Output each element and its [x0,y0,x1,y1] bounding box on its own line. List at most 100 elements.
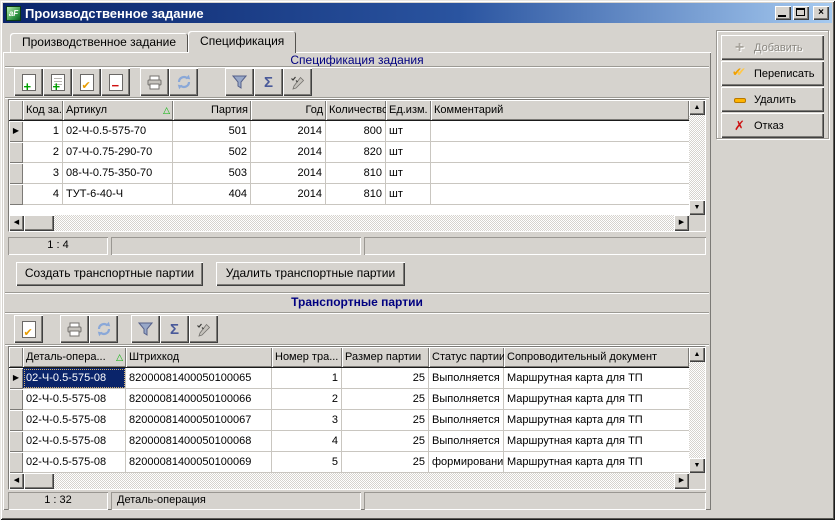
cell[interactable]: 1 [272,368,342,389]
sum-button[interactable]: Σ [160,315,189,343]
cell[interactable]: 08-Ч-0.75-350-70 [63,163,173,184]
add-record-button[interactable]: + Добавить [721,35,824,60]
cell[interactable]: Маршрутная карта для ТП [504,431,689,452]
cell[interactable]: Маршрутная карта для ТП [504,389,689,410]
table-row[interactable]: 02-Ч-0.5-575-08 82000081400050100066 2 2… [9,389,689,410]
scrollbar-thumb[interactable] [24,473,54,489]
table-row[interactable]: ▶ 1 02-Ч-0.5-575-70 501 2014 800 шт [9,121,689,142]
column-header[interactable]: Размер партии [342,347,429,367]
cell[interactable]: 25 [342,452,429,473]
cell[interactable]: ТУТ-6-40-Ч [63,184,173,205]
cell[interactable]: 4 [272,431,342,452]
cell[interactable] [431,121,689,142]
cell[interactable]: 2014 [251,142,326,163]
edit-button[interactable]: ✔ [72,68,101,96]
cell[interactable]: 5 [272,452,342,473]
cell[interactable]: 4 [23,184,63,205]
cell[interactable]: 82000081400050100066 [126,389,272,410]
scroll-right-button[interactable]: ▶ [674,473,689,489]
cell[interactable]: 2014 [251,121,326,142]
scroll-down-button[interactable]: ▼ [689,458,705,473]
table-row[interactable]: ▶ 02-Ч-0.5-575-08 82000081400050100065 1… [9,368,689,389]
cell[interactable]: 25 [342,389,429,410]
cell[interactable]: 2 [23,142,63,163]
column-header[interactable]: Ед.изм. [386,100,431,120]
cell[interactable]: Выполняется [429,410,504,431]
cell[interactable]: шт [386,163,431,184]
tab-specification[interactable]: Спецификация [188,31,296,53]
column-header[interactable]: Статус партии [429,347,504,367]
cell[interactable] [431,142,689,163]
column-header[interactable]: Комментарий [431,100,689,120]
column-header[interactable]: Штрихкод [126,347,272,367]
cell[interactable]: 820 [326,142,386,163]
cell[interactable]: 503 [173,163,251,184]
settings-button[interactable] [189,315,218,343]
cell[interactable]: шт [386,121,431,142]
cell[interactable]: 2014 [251,163,326,184]
cell[interactable]: Выполняется [429,368,504,389]
edit-button[interactable]: ✔ [14,315,43,343]
cell[interactable]: 502 [173,142,251,163]
scroll-right-button[interactable]: ▶ [674,215,689,231]
selected-cell[interactable]: 02-Ч-0.5-575-08 [23,368,126,389]
cell[interactable]: 25 [342,368,429,389]
cell[interactable]: 800 [326,121,386,142]
cell[interactable]: 02-Ч-0.5-575-08 [23,410,126,431]
cell[interactable]: 501 [173,121,251,142]
column-header[interactable]: Номер тра... [272,347,342,367]
maximize-button[interactable] [793,6,809,20]
column-header[interactable]: Партия [173,100,251,120]
print-button[interactable] [60,315,89,343]
print-button[interactable] [140,68,169,96]
column-header[interactable]: △Деталь-опера... [23,347,126,367]
add-button[interactable]: + [14,68,43,96]
filter-button[interactable] [131,315,160,343]
table-row[interactable]: 02-Ч-0.5-575-08 82000081400050100068 4 2… [9,431,689,452]
delete-record-button[interactable]: Удалить [721,87,824,112]
save-record-button[interactable]: ✔✔ Переписать [721,61,824,86]
column-header[interactable]: Код за... [23,100,63,120]
table-row[interactable]: 3 08-Ч-0.75-350-70 503 2014 810 шт [9,163,689,184]
refresh-button[interactable] [169,68,198,96]
delete-button[interactable]: − [101,68,130,96]
settings-button[interactable] [283,68,312,96]
table-row[interactable]: 02-Ч-0.5-575-08 82000081400050100067 3 2… [9,410,689,431]
cell[interactable]: формирование [429,452,504,473]
cell[interactable]: Маршрутная карта для ТП [504,452,689,473]
cell[interactable] [431,163,689,184]
column-header[interactable]: Сопроводительный документ [504,347,689,367]
cell[interactable]: 25 [342,410,429,431]
cell[interactable]: шт [386,142,431,163]
cell[interactable]: 1 [23,121,63,142]
cell[interactable]: 82000081400050100065 [126,368,272,389]
cell[interactable]: 2014 [251,184,326,205]
scroll-down-button[interactable]: ▼ [689,200,705,215]
scroll-left-button[interactable]: ◀ [9,215,24,231]
cell[interactable]: 3 [23,163,63,184]
cell[interactable]: 25 [342,431,429,452]
scroll-up-button[interactable]: ▲ [689,100,705,115]
table-row[interactable]: 2 07-Ч-0.75-290-70 502 2014 820 шт [9,142,689,163]
minimize-button[interactable] [775,6,791,20]
cell[interactable]: Маршрутная карта для ТП [504,368,689,389]
cell[interactable]: Выполняется [429,431,504,452]
filter-button[interactable] [225,68,254,96]
cell[interactable]: 404 [173,184,251,205]
sum-button[interactable]: Σ [254,68,283,96]
create-transport-batches-button[interactable]: Создать транспортные партии [16,262,203,286]
insert-button[interactable]: + [43,68,72,96]
cell[interactable]: Выполняется [429,389,504,410]
close-button[interactable]: × [813,6,829,20]
vertical-scrollbar[interactable]: ▲ ▼ [689,347,705,473]
vertical-scrollbar[interactable]: ▲ ▼ [689,100,705,215]
cell[interactable]: 810 [326,184,386,205]
cell[interactable]: 02-Ч-0.5-575-08 [23,452,126,473]
refresh-button[interactable] [89,315,118,343]
horizontal-scrollbar[interactable]: ◀ ▶ [9,215,689,231]
cell[interactable]: 82000081400050100069 [126,452,272,473]
cell[interactable] [431,184,689,205]
cell[interactable]: 2 [272,389,342,410]
cancel-button[interactable]: ✗ Отказ [721,113,824,138]
column-header[interactable]: Год [251,100,326,120]
